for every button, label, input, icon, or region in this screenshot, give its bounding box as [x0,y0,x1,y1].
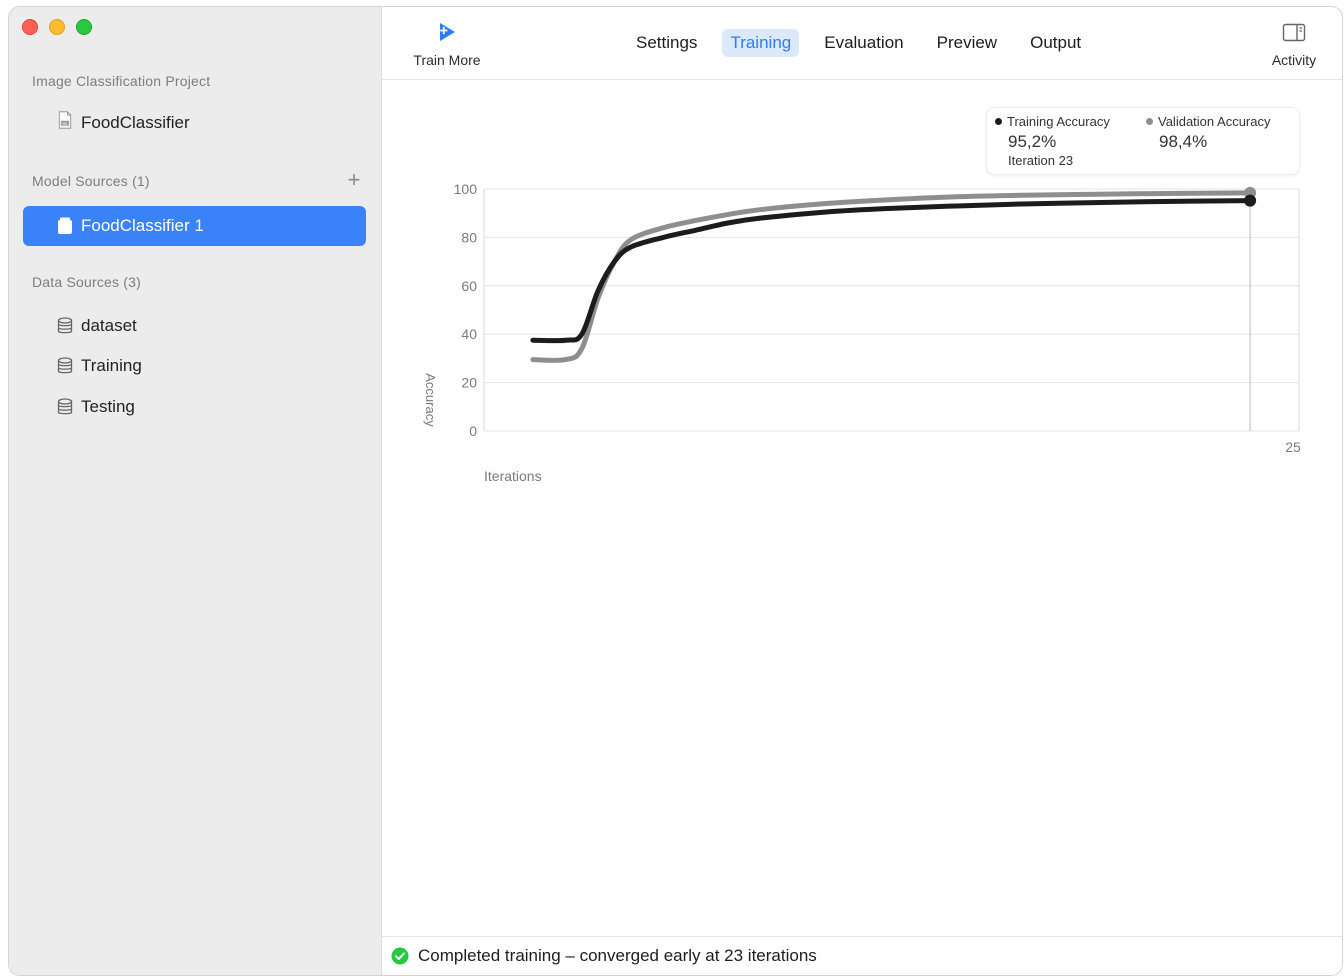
sidebar-item-testing[interactable]: Testing [23,387,366,427]
sidebar-item-label: dataset [81,316,137,335]
sidebar-item-dataset[interactable]: dataset [23,306,366,346]
sidebar: Image Classification Project ML FoodClas… [9,7,382,975]
toolbar: Train More Settings Training Evaluation … [382,7,1342,80]
y-tick-label: 0 [469,423,477,439]
train-more-button[interactable]: Train More [402,21,492,68]
tab-evaluation[interactable]: Evaluation [816,29,911,57]
legend-training-value: 95,2% [1008,132,1057,151]
sidebar-item-label: FoodClassifier 1 [81,216,204,235]
main-content: Train More Settings Training Evaluation … [382,7,1342,975]
close-window-button[interactable] [22,19,38,35]
sidebar-item-project[interactable]: ML FoodClassifier [23,103,366,143]
y-tick-label: 40 [461,326,477,342]
minimize-window-button[interactable] [49,19,65,35]
status-text: Completed training – converged early at … [418,946,817,965]
x-axis-label: Iterations [484,468,542,484]
window-controls [22,19,92,35]
project-header: Image Classification Project [32,73,211,89]
database-icon [57,357,73,374]
data-sources-header: Data Sources (3) [32,274,142,290]
validation-accuracy-line [530,190,1253,363]
checkmark-circle-icon [391,947,409,965]
chart-legend: Training Accuracy 95,2% Iteration 23 Val… [986,107,1300,175]
y-tick-label: 100 [454,181,478,197]
y-axis-label: Accuracy [423,373,438,427]
x-tick-label: 25 [1285,439,1301,455]
training-accuracy-line [530,198,1253,344]
legend-training-name: Training Accuracy [1007,114,1110,129]
legend-dot-validation [1146,118,1153,125]
tab-training[interactable]: Training [722,29,800,57]
ml-document-icon: ML [58,111,72,129]
tab-settings[interactable]: Settings [628,29,705,57]
play-icon [440,23,455,41]
sidebar-item-label: Testing [81,397,135,416]
legend-validation-name: Validation Accuracy [1158,114,1271,129]
y-tick-label: 80 [461,229,477,245]
database-icon [57,317,73,334]
training-end-point [1244,194,1257,207]
training-chart: 0 20 40 60 80 100 25 Accuracy Iterations Trainin… [382,79,1342,499]
zoom-window-button[interactable] [76,19,92,35]
y-tick-label: 20 [461,375,477,391]
app-window: Image Classification Project ML FoodClas… [8,6,1343,976]
legend-iteration: Iteration 23 [1008,153,1074,168]
model-icon [58,217,72,234]
legend-validation-value: 98,4% [1159,132,1208,151]
model-sources-header: Model Sources (1) [32,173,150,189]
activity-label: Activity [1271,52,1317,68]
train-more-label: Train More [413,52,481,68]
y-tick-label: 60 [461,278,477,294]
legend-dot-training [995,118,1002,125]
activity-button[interactable]: Activity [1264,23,1324,68]
sidebar-item-training[interactable]: Training [23,346,366,386]
status-bar: Completed training – converged early at … [382,936,1342,975]
sidebar-item-model[interactable]: FoodClassifier 1 [23,206,366,246]
add-model-source-button[interactable]: + [344,169,364,191]
database-icon [57,398,73,415]
sidebar-item-label: Training [81,356,142,375]
legend-validation: Validation Accuracy 98,4% [1146,114,1271,152]
tab-preview[interactable]: Preview [929,29,1005,57]
legend-training: Training Accuracy 95,2% Iteration 23 [995,114,1110,168]
sidebar-toggle-icon [1282,23,1306,42]
tab-bar: Settings Training Evaluation Preview Out… [628,29,1106,57]
sidebar-item-label: FoodClassifier [81,113,190,132]
tab-output[interactable]: Output [1022,29,1089,57]
